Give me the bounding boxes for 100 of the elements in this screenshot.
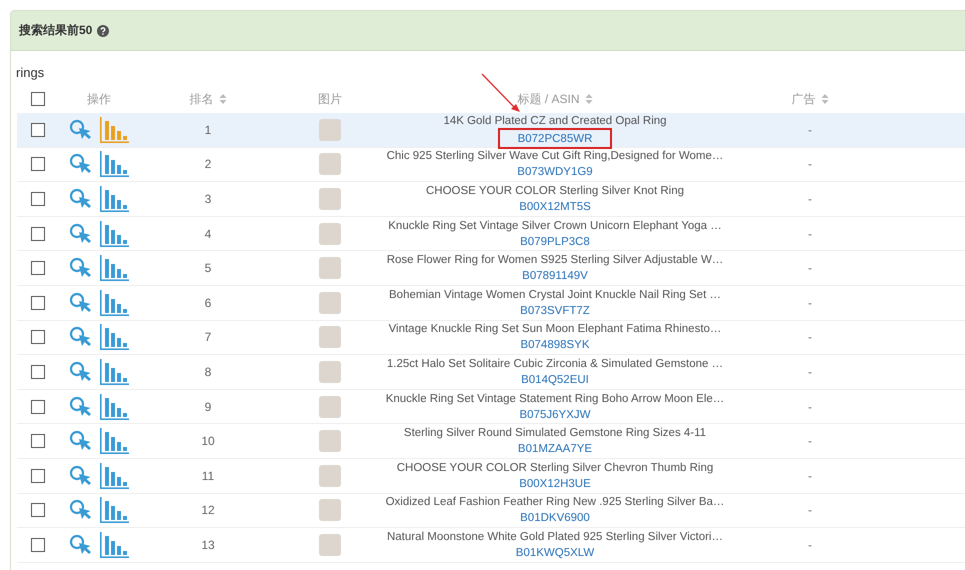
bar-chart-icon[interactable] <box>99 151 129 178</box>
rank-text: 13 <box>201 538 215 552</box>
sort-icon[interactable] <box>584 94 592 104</box>
search-icon[interactable] <box>69 430 93 452</box>
column-header: 图片 <box>318 90 342 108</box>
table-row[interactable]: 1 14K Gold Plated CZ and Created Opal Ring B072PC85WR - <box>17 113 965 148</box>
product-title: Oxidized Leaf Fashion Feather Ring New .925 Sterling Silver Ba… <box>386 495 724 510</box>
asin-link[interactable]: B073SVFT7Z <box>520 302 590 319</box>
asin-link[interactable]: B00X12MT5S <box>519 198 591 215</box>
ad-value: - <box>808 296 812 310</box>
product-title: CHOOSE YOUR COLOR Sterling Silver Knot Ring <box>426 184 684 199</box>
product-title: 1.25ct Halo Set Solitaire Cubic Zirconia & Simulated Gemstone … <box>386 356 724 372</box>
asin-link[interactable]: B01MZAA7YE <box>518 441 592 458</box>
panel-title: 搜索结果前50 <box>19 22 92 39</box>
ad-value: - <box>808 226 812 241</box>
bar-chart-icon[interactable] <box>99 324 129 350</box>
search-icon[interactable] <box>69 257 93 280</box>
table-row[interactable]: 7 Vintage Knuckle Ring Set Sun Moon Elephant Fatima Rhinesto… B074898SYK - <box>17 320 965 356</box>
table-row[interactable]: 10 Sterling Silver Round Simulated Gemstone Ring Sizes 4-11 B01MZAA7YE - <box>17 424 965 459</box>
table-row[interactable]: 3 CHOOSE YOUR COLOR Sterling Silver Knot Ring B00X12MT5S - <box>17 182 965 217</box>
row-checkbox[interactable] <box>31 192 45 206</box>
rank-text: 12 <box>201 503 215 518</box>
ad-value: - <box>808 122 812 137</box>
asin-link[interactable]: B073WDY1G9 <box>517 164 593 180</box>
search-icon[interactable] <box>69 188 93 210</box>
photo-placeholder <box>319 534 341 556</box>
sort-icon[interactable] <box>218 94 226 104</box>
asin-link[interactable]: B07891149V <box>522 268 588 284</box>
photo-placeholder <box>319 396 341 418</box>
ad-value: - <box>808 364 812 379</box>
table-row[interactable]: 12 Oxidized Leaf Fashion Feather Ring New .925 Sterling Silver Ba… B01DKV6900 - <box>17 494 965 528</box>
asin-link[interactable]: B079PLP3C8 <box>520 234 590 250</box>
search-icon[interactable] <box>69 396 93 418</box>
row-checkbox[interactable] <box>31 538 45 552</box>
bar-chart-icon[interactable] <box>99 428 129 454</box>
bar-chart-icon[interactable] <box>99 220 129 247</box>
row-checkbox[interactable] <box>31 157 45 172</box>
row-checkbox[interactable] <box>31 364 45 379</box>
product-title: Rose Flower Ring for Women S925 Sterling Silver Adjustable W… <box>386 253 724 268</box>
search-icon[interactable] <box>69 499 93 522</box>
asin-link[interactable]: B00X12H3UE <box>519 476 591 492</box>
column-header[interactable]: 标题 / ASIN <box>517 90 592 108</box>
ad-value: - <box>808 192 812 206</box>
search-icon[interactable] <box>69 292 93 314</box>
search-icon[interactable] <box>69 360 93 383</box>
search-icon[interactable] <box>69 222 93 245</box>
row-checkbox[interactable] <box>31 261 45 276</box>
product-title: Bohemian Vintage Women Crystal Joint Knuckle Nail Ring Set … <box>389 288 721 303</box>
table-row[interactable]: 13 Natural Moonstone White Gold Plated 925 Sterling Silver Victori… B01KWQ5XLW - <box>17 528 965 563</box>
rank-text: 2 <box>204 157 212 172</box>
ad-value: - <box>808 434 812 448</box>
table-row[interactable]: 11 CHOOSE YOUR COLOR Sterling Silver Chevron Thumb Ring B00X12H3UE - <box>17 458 965 494</box>
asin-link[interactable]: B01KWQ5XLW <box>516 544 594 561</box>
asin-link[interactable]: B01DKV6900 <box>520 510 590 526</box>
bar-chart-icon[interactable] <box>99 116 129 143</box>
bar-chart-icon[interactable] <box>99 186 129 212</box>
asin-link[interactable]: B074898SYK <box>520 337 590 354</box>
table-row[interactable]: 8 1.25ct Halo Set Solitaire Cubic Zirconia & Simulated Gemstone … B014Q52EUI - <box>17 355 965 390</box>
search-icon[interactable] <box>69 464 93 487</box>
row-checkbox[interactable] <box>31 226 45 241</box>
bar-chart-icon[interactable] <box>99 462 129 489</box>
row-checkbox[interactable] <box>31 330 45 344</box>
row-checkbox[interactable] <box>31 468 45 483</box>
help-icon[interactable] <box>97 24 110 36</box>
sort-icon[interactable] <box>820 94 828 104</box>
photo-placeholder <box>319 153 341 176</box>
search-icon[interactable] <box>69 118 93 141</box>
search-icon[interactable] <box>69 153 93 176</box>
table-row[interactable]: 4 Knuckle Ring Set Vintage Silver Crown Unicorn Elephant Yoga … B079PLP3C8 - <box>17 216 965 252</box>
bar-chart-icon[interactable] <box>99 394 129 420</box>
keyword-label: rings <box>15 64 46 82</box>
table-row[interactable]: 2 Chic 925 Sterling Silver Wave Cut Gift Ring,Designed for Wome… B073WDY1G9 - <box>17 148 965 182</box>
select-all-checkbox[interactable] <box>31 92 45 106</box>
search-icon[interactable] <box>69 534 93 556</box>
bar-chart-icon[interactable] <box>99 290 129 316</box>
table-row[interactable]: 5 Rose Flower Ring for Women S925 Sterling Silver Adjustable W… B07891149V - <box>17 251 965 286</box>
row-checkbox[interactable] <box>31 400 45 414</box>
bar-chart-icon[interactable] <box>99 255 129 282</box>
bar-chart-icon[interactable] <box>99 532 129 558</box>
asin-link[interactable]: B072PC85WR <box>518 133 592 146</box>
row-checkbox[interactable] <box>31 122 45 137</box>
rank-text: 7 <box>204 330 212 344</box>
product-title: Knuckle Ring Set Vintage Statement Ring Boho Arrow Moon Ele… <box>386 392 724 407</box>
product-title: Sterling Silver Round Simulated Gemstone Ring Sizes 4-11 <box>404 426 706 442</box>
search-icon[interactable] <box>69 326 93 348</box>
ad-value: - <box>808 503 812 518</box>
row-checkbox[interactable] <box>31 296 45 310</box>
table-row[interactable]: 6 Bohemian Vintage Women Crystal Joint Knuckle Nail Ring Set … B073SVFT7Z - <box>17 286 965 321</box>
asin-link[interactable]: B014Q52EUI <box>521 372 589 388</box>
asin-link[interactable]: B075J6YXJW <box>520 406 590 423</box>
product-title: 14K Gold Plated CZ and Created Opal Ring <box>443 114 667 130</box>
ad-value: - <box>808 330 812 344</box>
bar-chart-icon[interactable] <box>99 497 129 524</box>
row-checkbox[interactable] <box>31 503 45 518</box>
table-row[interactable]: 9 Knuckle Ring Set Vintage Statement Ring Boho Arrow Moon Ele… B075J6YXJW - <box>17 390 965 424</box>
row-checkbox[interactable] <box>31 434 45 448</box>
column-header[interactable]: 排名 <box>190 90 226 108</box>
ad-value: - <box>808 400 812 414</box>
bar-chart-icon[interactable] <box>99 358 129 385</box>
column-header[interactable]: 广告 <box>792 90 828 108</box>
